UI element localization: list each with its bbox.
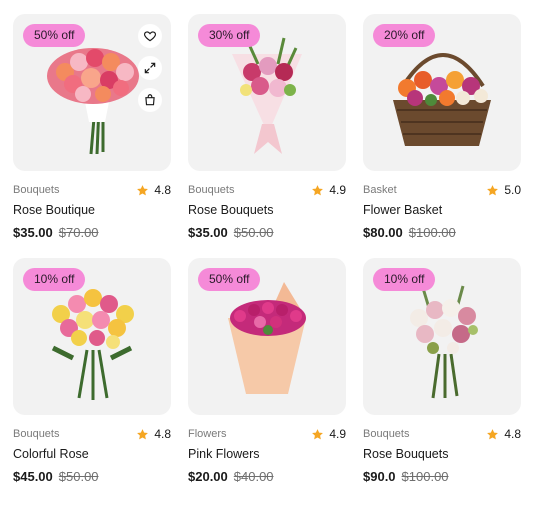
- price-row: $35.00 $50.00: [188, 225, 346, 240]
- discount-badge: 10% off: [23, 268, 86, 291]
- rating-value: 4.9: [329, 183, 346, 197]
- product-card[interactable]: 50% off Bouquets 4.8 Rose Boutique $35.0…: [13, 14, 171, 258]
- product-name[interactable]: Flower Basket: [363, 203, 521, 219]
- product-rating: 5.0: [486, 183, 521, 197]
- product-card[interactable]: 10% off Bouquets 4.8 Colorful Rose $45.0…: [13, 258, 171, 502]
- meta-row: Bouquets 4.9: [188, 183, 346, 197]
- product-old-price: $100.00: [408, 225, 456, 240]
- add-to-bag-button[interactable]: [138, 88, 162, 112]
- product-grid: 50% off Bouquets 4.8 Rose Boutique $35.0…: [13, 14, 533, 502]
- product-rating: 4.9: [311, 427, 346, 441]
- meta-row: Bouquets 4.8: [13, 427, 171, 441]
- heart-icon: [143, 31, 157, 42]
- product-rating: 4.9: [311, 183, 346, 197]
- product-price: $80.00: [363, 225, 403, 240]
- shopping-bag-icon: [145, 94, 155, 106]
- discount-badge: 20% off: [373, 24, 436, 47]
- discount-badge: 10% off: [373, 268, 436, 291]
- product-image[interactable]: 20% off: [363, 14, 521, 171]
- star-icon: [312, 428, 324, 439]
- product-name[interactable]: Rose Boutique: [13, 203, 171, 219]
- product-price: $90.0: [363, 469, 396, 484]
- product-old-price: $50.00: [58, 469, 99, 484]
- discount-badge: 50% off: [198, 268, 261, 291]
- rating-value: 4.8: [154, 183, 171, 197]
- product-rating: 4.8: [486, 427, 521, 441]
- product-image[interactable]: 10% off: [13, 258, 171, 415]
- meta-row: Bouquets 4.8: [13, 183, 171, 197]
- product-category: Bouquets: [13, 184, 60, 196]
- wishlist-button[interactable]: [138, 24, 162, 48]
- discount-badge: 30% off: [198, 24, 261, 47]
- product-rating: 4.8: [136, 183, 171, 197]
- product-image[interactable]: 50% off: [188, 258, 346, 415]
- rating-value: 5.0: [504, 183, 521, 197]
- price-row: $80.00 $100.00: [363, 225, 521, 240]
- expand-button[interactable]: [138, 56, 162, 80]
- product-category: Bouquets: [13, 428, 60, 440]
- product-old-price: $70.00: [58, 225, 99, 240]
- product-price: $35.00: [188, 225, 228, 240]
- rating-value: 4.8: [504, 427, 521, 441]
- product-name[interactable]: Pink Flowers: [188, 447, 346, 463]
- rating-value: 4.8: [154, 427, 171, 441]
- product-image[interactable]: 10% off: [363, 258, 521, 415]
- product-category: Basket: [363, 184, 397, 196]
- meta-row: Basket 5.0: [363, 183, 521, 197]
- product-card[interactable]: 10% off Bouquets 4.8 Rose Bouquets $90.0…: [363, 258, 521, 502]
- product-image[interactable]: 30% off: [188, 14, 346, 171]
- product-old-price: $100.00: [401, 469, 449, 484]
- product-card[interactable]: 30% off Bouquets 4.9 Rose Bouquets $35.0…: [188, 14, 346, 258]
- meta-row: Flowers 4.9: [188, 427, 346, 441]
- product-category: Bouquets: [188, 184, 235, 196]
- star-icon: [487, 184, 499, 195]
- star-icon: [137, 428, 149, 439]
- product-card[interactable]: 50% off Flowers 4.9 Pink Flowers $20.00 …: [188, 258, 346, 502]
- star-icon: [312, 184, 324, 195]
- product-rating: 4.8: [136, 427, 171, 441]
- meta-row: Bouquets 4.8: [363, 427, 521, 441]
- product-price: $20.00: [188, 469, 228, 484]
- product-name[interactable]: Rose Bouquets: [188, 203, 346, 219]
- product-actions: [138, 24, 162, 112]
- product-old-price: $50.00: [233, 225, 274, 240]
- price-row: $45.00 $50.00: [13, 469, 171, 484]
- expand-icon: [144, 62, 156, 74]
- rating-value: 4.9: [329, 427, 346, 441]
- price-row: $20.00 $40.00: [188, 469, 346, 484]
- product-old-price: $40.00: [233, 469, 274, 484]
- price-row: $35.00 $70.00: [13, 225, 171, 240]
- product-category: Bouquets: [363, 428, 410, 440]
- discount-badge: 50% off: [23, 24, 86, 47]
- star-icon: [137, 184, 149, 195]
- product-name[interactable]: Colorful Rose: [13, 447, 171, 463]
- product-card[interactable]: 20% off Basket 5.0 Flower Basket $80.00 …: [363, 14, 521, 258]
- product-category: Flowers: [188, 428, 227, 440]
- star-icon: [487, 428, 499, 439]
- product-name[interactable]: Rose Bouquets: [363, 447, 521, 463]
- price-row: $90.0 $100.00: [363, 469, 521, 484]
- product-image[interactable]: 50% off: [13, 14, 171, 171]
- product-price: $45.00: [13, 469, 53, 484]
- product-price: $35.00: [13, 225, 53, 240]
